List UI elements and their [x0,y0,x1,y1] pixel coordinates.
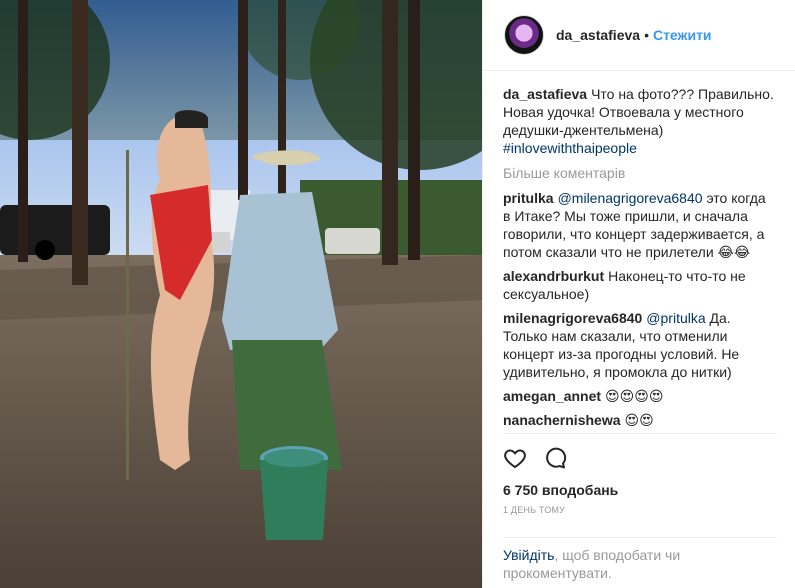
comment-username[interactable]: nanachernishewa [503,412,621,428]
like-heart-icon[interactable] [503,446,527,470]
comment-mention[interactable]: @milenagrigoreva6840 [558,190,703,206]
comment-item: alexandrburkut Наконец-то что-то не сексу… [503,267,777,303]
likes-count[interactable]: 6 750 вподобань [503,481,775,499]
caption-username[interactable]: da_astafieva [503,86,587,102]
comment-bubble-icon[interactable] [543,446,567,470]
comment-text: 😍😍 [624,412,654,428]
comment-username[interactable]: pritulka [503,190,554,206]
caption: da_astafieva Что на фото??? Правильно. Но… [503,85,777,157]
follow-button[interactable]: Стежити [653,27,712,43]
comment-item: milenagrigoreva6840 @pritulka Да. Только … [503,309,777,381]
comment-mention[interactable]: @pritulka [646,310,705,326]
post-photo-image [0,0,482,588]
load-more-comments-button[interactable]: Більше коментарів [503,164,777,182]
login-link[interactable]: Увійдіть [503,547,554,563]
caption-hashtag[interactable]: #inlovewiththaipeople [503,140,637,156]
comment-item: amegan_annet 😍😍😍😍 [503,387,777,405]
action-bar [503,433,777,481]
comment-username[interactable]: amegan_annet [503,388,601,404]
comment-username[interactable]: alexandrburkut [503,268,604,284]
comment-text: 😍😍😍😍 [605,388,664,404]
author-avatar[interactable] [504,15,544,55]
post-timestamp: 1 ДЕНЬ ТОМУ [503,505,566,515]
login-prompt: Увійдіть, щоб вподобати чи прокоментуват… [503,537,777,588]
author-username[interactable]: da_astafieva [556,27,640,43]
post-photo[interactable] [0,0,482,588]
post-header: da_astafieva • Стежити [483,0,795,71]
comments-section: da_astafieva Что на фото??? Правильно. Но… [483,71,795,433]
comment-item: pritulka @milenagrigoreva6840 это когда в… [503,189,777,261]
comment-username[interactable]: milenagrigoreva6840 [503,310,642,326]
comment-item: nanachernishewa 😍😍 [503,411,777,429]
header-separator: • [644,27,649,43]
